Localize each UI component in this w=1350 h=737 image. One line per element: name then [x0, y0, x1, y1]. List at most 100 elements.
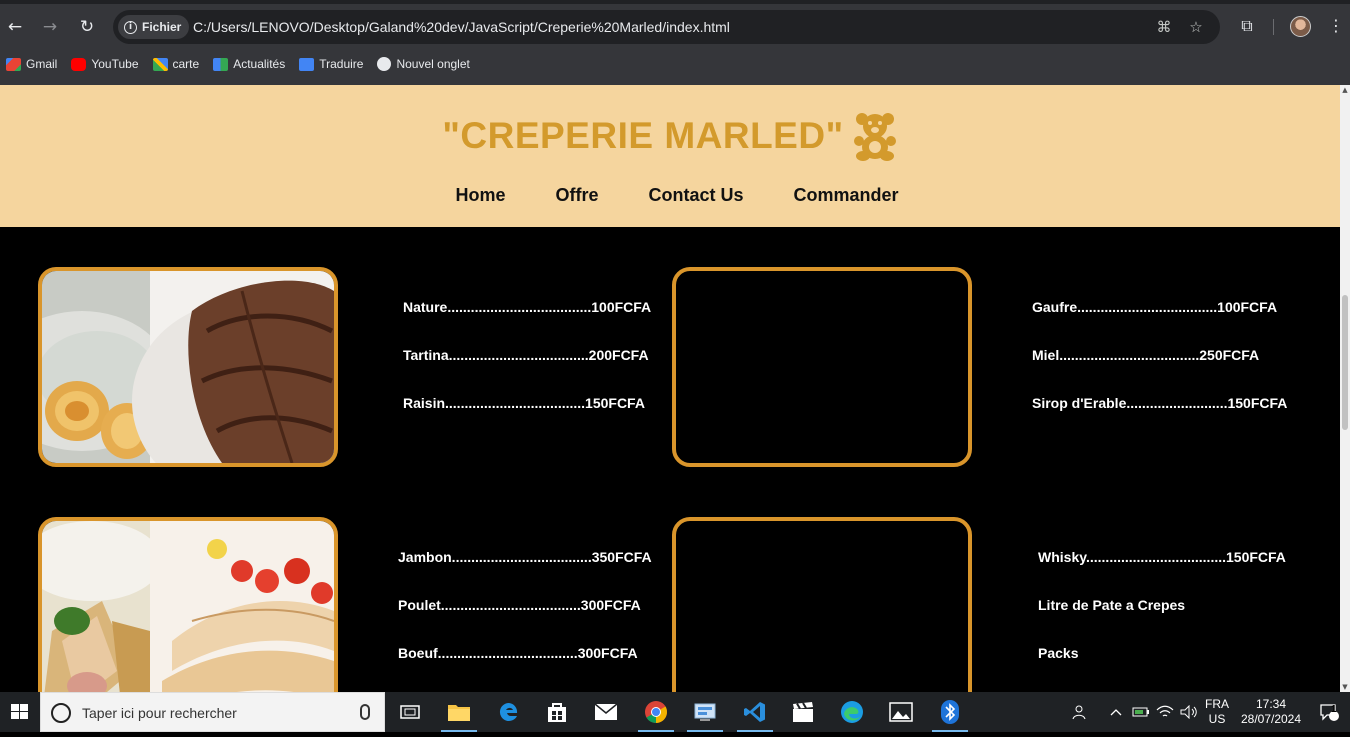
task-view-icon: [400, 705, 420, 719]
teddy-bear-icon: [853, 113, 896, 161]
extensions-icon[interactable]: ⧉: [1235, 14, 1259, 38]
menu-item: Tartina.................................…: [403, 347, 649, 363]
taskbar-edge-legacy[interactable]: [487, 692, 531, 732]
bookmark-actualites[interactable]: Actualités: [207, 52, 293, 76]
clock[interactable]: 17:34 28/07/2024: [1236, 692, 1306, 732]
bookmark-youtube[interactable]: YouTube: [65, 52, 146, 76]
menu-list-savory: Jambon..................................…: [398, 547, 652, 691]
savory-crepes-image: [42, 521, 334, 692]
volume-icon[interactable]: [1178, 692, 1200, 732]
notification-center[interactable]: 1: [1314, 692, 1344, 732]
site-info-label: Fichier: [142, 20, 182, 34]
taskbar-bluetooth[interactable]: [928, 692, 972, 732]
maps-icon: [152, 57, 168, 71]
windows-logo-icon: [11, 704, 28, 719]
nav-commander[interactable]: Commander: [794, 185, 899, 206]
profile-avatar[interactable]: [1290, 16, 1311, 37]
mail-icon: [594, 703, 618, 720]
browser-toolbar: ← → ↻ i Fichier C:/Users/LENOVO/Desktop/…: [0, 0, 1350, 85]
info-icon: i: [124, 20, 137, 34]
search-icon: [51, 703, 71, 723]
menu-list-extras: Whisky..................................…: [1038, 547, 1286, 691]
menu-item: Miel....................................…: [1032, 347, 1260, 363]
address-bar[interactable]: i Fichier C:/Users/LENOVO/Desktop/Galand…: [113, 10, 1220, 44]
microphone-icon[interactable]: [360, 704, 370, 720]
bookmark-traduire[interactable]: Traduire: [293, 52, 371, 76]
folder-icon: [448, 705, 470, 721]
nav-home[interactable]: Home: [455, 185, 505, 206]
back-button[interactable]: ←: [2, 14, 28, 40]
taskbar-vscode[interactable]: [733, 692, 777, 732]
taskbar-store[interactable]: [535, 692, 579, 732]
scroll-up-icon[interactable]: ▲: [1340, 85, 1350, 95]
windows-taskbar: Taper ici pour rechercher FRA US 17:34 2…: [0, 692, 1350, 732]
menu-list-sweet: Nature..................................…: [403, 297, 651, 441]
taskbar-search[interactable]: Taper ici pour rechercher: [40, 692, 385, 732]
empty-photo-frame: [672, 517, 972, 692]
brand-title: "CREPERIE MARLED": [442, 115, 844, 156]
start-button[interactable]: [0, 692, 40, 732]
bookmark-carte[interactable]: carte: [147, 52, 208, 76]
nav-contact-us[interactable]: Contact Us: [648, 185, 743, 206]
menu-item: Litre de Pate a Crepes: [1038, 597, 1186, 613]
people-icon[interactable]: [1068, 692, 1092, 732]
edge-icon: [841, 701, 863, 723]
chevron-up-icon[interactable]: [1106, 692, 1126, 732]
wifi-icon[interactable]: [1154, 692, 1176, 732]
reload-button[interactable]: ↻: [74, 14, 100, 40]
menu-item: Poulet..................................…: [398, 597, 641, 613]
menu-item: Raisin..................................…: [403, 395, 645, 411]
taskbar-mail[interactable]: [584, 692, 628, 732]
menu-item: Packs: [1038, 645, 1079, 661]
nav-offre[interactable]: Offre: [555, 185, 598, 206]
translate-page-icon[interactable]: ⌘: [1155, 18, 1173, 36]
taskbar-edge[interactable]: [830, 692, 874, 732]
taskbar-control-panel[interactable]: [683, 692, 727, 732]
web-page: "CREPERIE MARLED" Home Offre Contact Us …: [0, 85, 1340, 692]
vscode-icon: [744, 702, 765, 722]
taskbar-photos[interactable]: [879, 692, 923, 732]
menu-item: Whisky..................................…: [1038, 549, 1286, 565]
news-icon: [213, 57, 229, 71]
gmail-icon: [6, 57, 21, 71]
bookmarks-bar: Gmail YouTube carte Actualités Traduire …: [0, 52, 478, 76]
chrome-icon: [645, 701, 667, 723]
clock-date: 28/07/2024: [1240, 712, 1302, 726]
menu-item: Nature..................................…: [403, 299, 652, 315]
store-icon: [548, 703, 566, 722]
scrollbar-thumb[interactable]: [1342, 295, 1348, 430]
empty-photo-frame: [672, 267, 972, 467]
menu-item: Boeuf...................................…: [398, 645, 638, 661]
menu-item: Jambon..................................…: [398, 549, 652, 565]
task-view-button[interactable]: [388, 692, 432, 732]
url-text[interactable]: C:/Users/LENOVO/Desktop/Galand%20dev/Jav…: [193, 10, 730, 44]
menu-kebab-icon[interactable]: ⋮: [1324, 14, 1348, 38]
site-header: "CREPERIE MARLED" Home Offre Contact Us …: [0, 85, 1340, 227]
site-brand[interactable]: "CREPERIE MARLED": [0, 111, 1340, 161]
search-placeholder: Taper ici pour rechercher: [82, 705, 237, 721]
taskbar-video-editor[interactable]: [781, 692, 825, 732]
main-nav: Home Offre Contact Us Commander: [0, 185, 1340, 206]
scroll-down-icon[interactable]: ▼: [1340, 682, 1350, 692]
translate-icon: [299, 57, 315, 71]
toolbar-separator: [1273, 19, 1274, 35]
notification-count: 1: [1331, 704, 1337, 715]
taskbar-file-explorer[interactable]: [437, 692, 481, 732]
menu-list-toppings: Gaufre..................................…: [1032, 297, 1287, 441]
site-info-chip[interactable]: i Fichier: [118, 15, 190, 39]
bookmark-star-icon[interactable]: ☆: [1187, 18, 1205, 36]
edge-legacy-icon: [499, 702, 518, 721]
bookmark-gmail[interactable]: Gmail: [0, 52, 65, 76]
bookmark-nouvel-onglet[interactable]: Nouvel onglet: [371, 52, 477, 76]
control-panel-icon: [694, 703, 716, 721]
taskbar-chrome[interactable]: [634, 692, 678, 732]
youtube-icon: [71, 57, 87, 71]
tab-strip: [0, 0, 1350, 4]
clock-time: 17:34: [1255, 697, 1287, 711]
forward-button[interactable]: →: [37, 14, 63, 40]
language-indicator[interactable]: FRA US: [1202, 692, 1232, 732]
page-scrollbar[interactable]: ▲ ▼: [1340, 85, 1350, 692]
clapperboard-icon: [793, 702, 813, 722]
menu-item: Gaufre..................................…: [1032, 299, 1278, 315]
battery-icon[interactable]: [1130, 692, 1152, 732]
